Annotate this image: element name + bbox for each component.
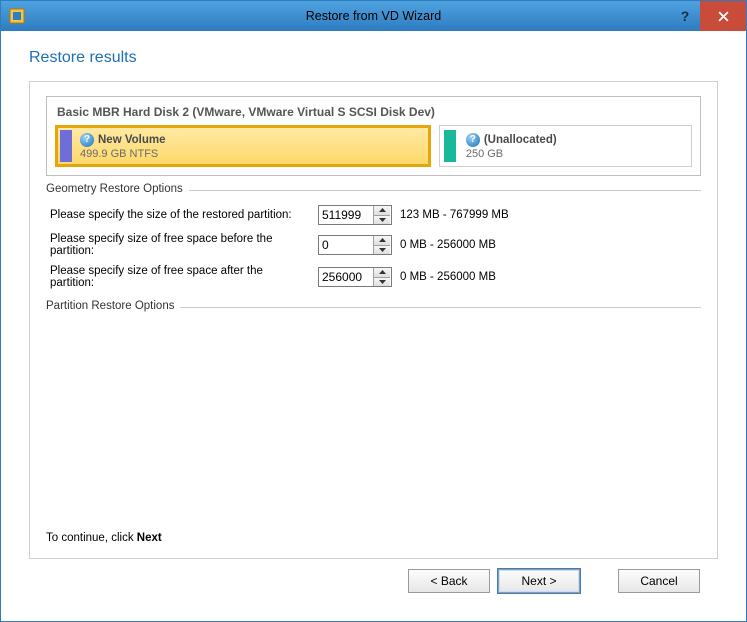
spin-up-button[interactable] bbox=[374, 206, 390, 216]
chevron-up-icon bbox=[379, 270, 386, 274]
window-title: Restore from VD Wizard bbox=[1, 9, 746, 23]
disk-map: Basic MBR Hard Disk 2 (VMware, VMware Vi… bbox=[46, 96, 701, 176]
spin-down-button[interactable] bbox=[374, 246, 390, 255]
partition-restore-options-group: Partition Restore Options bbox=[46, 307, 701, 318]
page-title: Restore results bbox=[29, 49, 718, 67]
after-input[interactable] bbox=[319, 268, 373, 286]
group-label: Partition Restore Options bbox=[46, 300, 180, 312]
chevron-down-icon bbox=[379, 218, 386, 222]
size-input[interactable] bbox=[319, 206, 373, 224]
client-area: Restore results Basic MBR Hard Disk 2 (V… bbox=[1, 31, 746, 621]
chevron-up-icon bbox=[379, 238, 386, 242]
spin-up-button[interactable] bbox=[374, 236, 390, 246]
titlebar: Restore from VD Wizard ? bbox=[1, 1, 746, 31]
partition-detail: 250 GB bbox=[466, 148, 685, 160]
before-input[interactable] bbox=[319, 236, 373, 254]
chevron-down-icon bbox=[379, 280, 386, 284]
size-spinner[interactable] bbox=[318, 205, 392, 225]
partition-name: (Unallocated) bbox=[484, 134, 557, 146]
after-label: Please specify size of free space after … bbox=[50, 265, 310, 289]
partition-selected[interactable]: ? New Volume 499.9 GB NTFS bbox=[55, 125, 431, 167]
after-range: 0 MB - 256000 MB bbox=[400, 271, 701, 283]
back-button[interactable]: < Back bbox=[408, 569, 490, 593]
spin-up-button[interactable] bbox=[374, 268, 390, 278]
partition-unallocated[interactable]: ? (Unallocated) 250 GB bbox=[439, 125, 692, 167]
chevron-up-icon bbox=[379, 208, 386, 212]
partition-name: New Volume bbox=[98, 134, 166, 146]
close-button[interactable] bbox=[700, 1, 746, 31]
chevron-down-icon bbox=[379, 248, 386, 252]
close-icon bbox=[718, 11, 729, 22]
partition-color-icon bbox=[60, 130, 72, 162]
app-icon bbox=[9, 8, 25, 24]
next-button[interactable]: Next > bbox=[498, 569, 580, 593]
spin-down-button[interactable] bbox=[374, 278, 390, 287]
cancel-button[interactable]: Cancel bbox=[618, 569, 700, 593]
help-button[interactable]: ? bbox=[670, 1, 700, 31]
partition-detail: 499.9 GB NTFS bbox=[80, 148, 422, 160]
wizard-footer: < Back Next > Cancel bbox=[29, 559, 718, 607]
wizard-window: Restore from VD Wizard ? Restore results… bbox=[0, 0, 747, 622]
help-glyph-icon: ? bbox=[466, 133, 480, 147]
before-spinner[interactable] bbox=[318, 235, 392, 255]
size-label: Please specify the size of the restored … bbox=[50, 209, 310, 221]
content-frame: Basic MBR Hard Disk 2 (VMware, VMware Vi… bbox=[29, 81, 718, 559]
before-label: Please specify size of free space before… bbox=[50, 233, 310, 257]
before-range: 0 MB - 256000 MB bbox=[400, 239, 701, 251]
partition-color-icon bbox=[444, 130, 456, 162]
group-label: Geometry Restore Options bbox=[46, 183, 189, 195]
continue-hint: To continue, click Next bbox=[46, 528, 701, 546]
disk-title: Basic MBR Hard Disk 2 (VMware, VMware Vi… bbox=[55, 103, 692, 125]
size-range: 123 MB - 767999 MB bbox=[400, 209, 701, 221]
geometry-options-group: Geometry Restore Options Please specify … bbox=[46, 190, 701, 291]
spin-down-button[interactable] bbox=[374, 216, 390, 225]
help-glyph-icon: ? bbox=[80, 133, 94, 147]
after-spinner[interactable] bbox=[318, 267, 392, 287]
